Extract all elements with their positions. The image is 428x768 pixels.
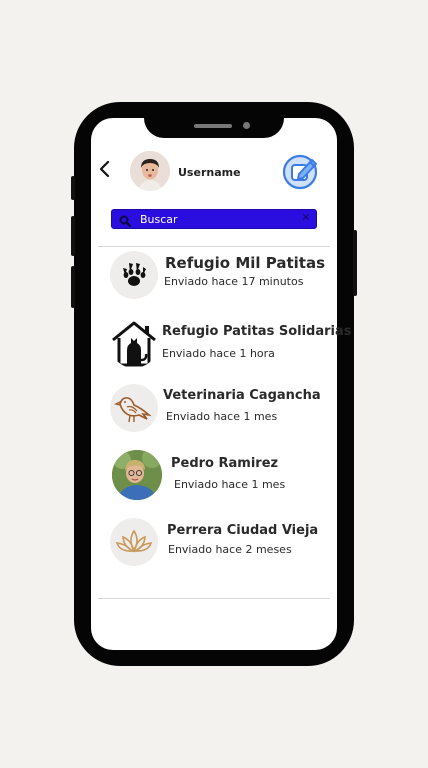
search-input[interactable] xyxy=(140,211,300,228)
chat-avatar xyxy=(110,518,158,566)
chat-item-veterinaria-cagancha[interactable]: Veterinaria Cagancha Enviado hace 1 mes xyxy=(108,382,336,436)
phone-power-button xyxy=(353,230,357,296)
chat-name: Refugio Mil Patitas xyxy=(165,254,326,272)
phone-volume-down-button xyxy=(71,266,75,308)
chat-subtitle: Enviado hace 2 meses xyxy=(168,543,292,556)
top-divider xyxy=(98,246,330,247)
chat-item-perrera-ciudad-vieja[interactable]: Perrera Ciudad Vieja Enviado hace 2 mese… xyxy=(108,516,336,570)
search-bar: × xyxy=(111,209,317,229)
chat-item-refugio-mil-patitas[interactable]: Refugio Mil Patitas Enviado hace 17 minu… xyxy=(108,249,336,303)
chat-name: Veterinaria Cagancha xyxy=(163,388,321,403)
chat-item-refugio-patitas-solidarias[interactable]: Refugio Patitas Solidarias Enviado hace … xyxy=(108,318,352,372)
chat-name: Perrera Ciudad Vieja xyxy=(167,523,319,538)
chat-avatar xyxy=(110,384,158,432)
avatar-photo xyxy=(112,450,162,500)
phone-speaker xyxy=(194,124,232,128)
chat-avatar xyxy=(110,320,158,368)
house-cat-icon xyxy=(112,321,156,367)
compose-edit-icon[interactable] xyxy=(282,152,320,190)
search-icon xyxy=(118,213,132,228)
chat-item-pedro-ramirez[interactable]: Pedro Ramirez Enviado hace 1 mes xyxy=(108,448,336,502)
bird-icon xyxy=(113,397,152,423)
phone-mute-button xyxy=(71,176,75,200)
user-avatar[interactable] xyxy=(130,151,170,191)
lotus-icon xyxy=(115,529,153,553)
search-clear-icon[interactable]: × xyxy=(302,212,310,223)
chat-name: Refugio Patitas Solidarias xyxy=(162,324,352,339)
chat-subtitle: Enviado hace 1 mes xyxy=(166,410,278,423)
phone-camera xyxy=(243,122,250,129)
phone-notch xyxy=(144,102,284,138)
paw-icon xyxy=(123,263,146,286)
chat-subtitle: Enviado hace 1 mes xyxy=(174,478,286,491)
chat-name: Pedro Ramirez xyxy=(171,456,279,471)
username-label: Username xyxy=(178,166,241,179)
chat-subtitle: Enviado hace 17 minutos xyxy=(164,275,304,288)
phone-volume-up-button xyxy=(71,216,75,256)
chat-subtitle: Enviado hace 1 hora xyxy=(162,347,275,360)
chat-avatar xyxy=(110,251,158,299)
back-chevron-icon[interactable] xyxy=(98,158,112,186)
bottom-divider xyxy=(98,598,330,599)
